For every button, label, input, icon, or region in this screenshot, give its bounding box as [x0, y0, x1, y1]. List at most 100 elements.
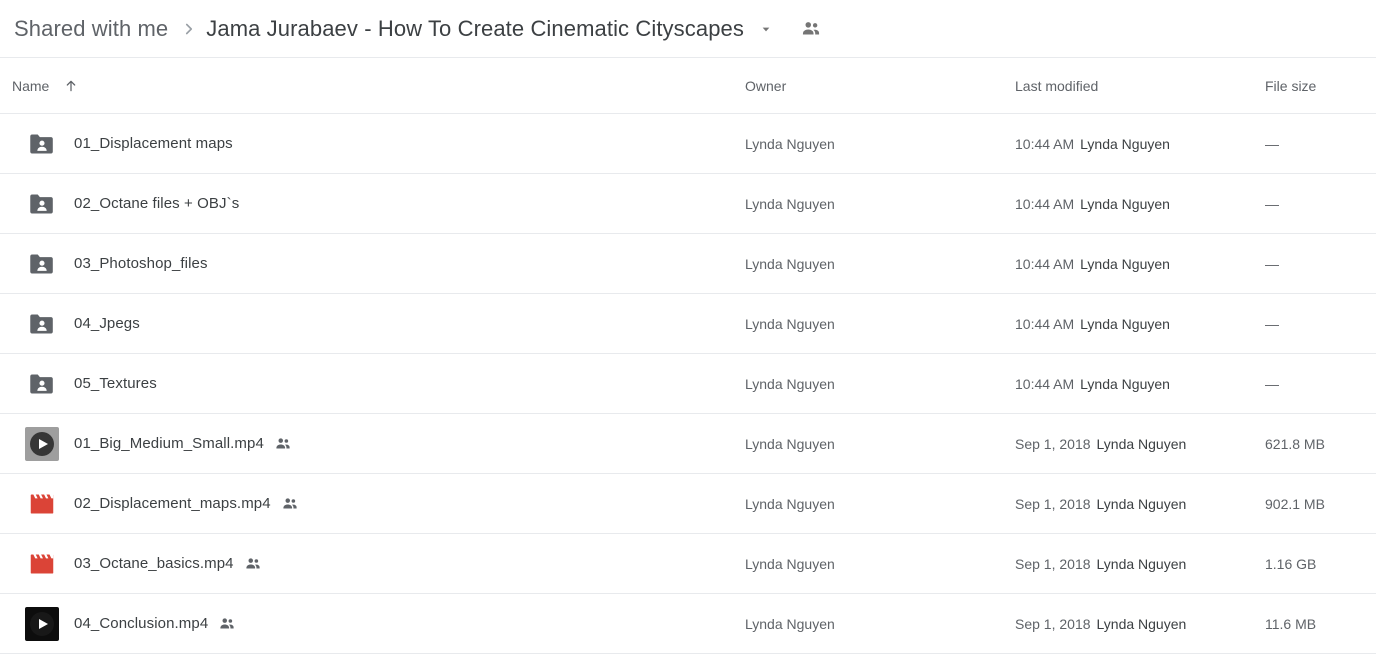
- modified-by: Lynda Nguyen: [1096, 435, 1187, 452]
- video-thumbnail-play-icon: [24, 426, 60, 462]
- play-button-circle: [30, 611, 54, 636]
- file-size-cell: —: [1265, 315, 1279, 332]
- table-row[interactable]: 02_Displacement_maps.mp4 Lynda Nguyen Sep …: [0, 474, 1376, 534]
- modified-time: 10:44 AM: [1015, 255, 1075, 272]
- last-modified-cell: Sep 1, 2018 Lynda Nguyen: [1015, 436, 1186, 452]
- chevron-down-icon[interactable]: [758, 21, 774, 37]
- shared-folder-icon: [24, 246, 60, 282]
- modified-time: Sep 1, 2018: [1015, 495, 1091, 512]
- last-modified-cell: 10:44 AM Lynda Nguyen: [1015, 376, 1170, 392]
- file-name-label: 02_Octane files + OBJ`s: [74, 195, 240, 212]
- owner-cell: Lynda Nguyen: [745, 615, 835, 632]
- column-header-file-size[interactable]: File size: [1265, 78, 1316, 94]
- table-row[interactable]: 03_Octane_basics.mp4 Lynda Nguyen Sep 1, 2…: [0, 534, 1376, 594]
- file-size-cell: 621.8 MB: [1265, 435, 1325, 452]
- last-modified-cell: 10:44 AM Lynda Nguyen: [1015, 316, 1170, 332]
- file-name-label: 04_Conclusion.mp4: [74, 615, 209, 632]
- column-header-owner[interactable]: Owner: [745, 78, 786, 94]
- arrow-up-icon[interactable]: [63, 78, 79, 94]
- column-header-name-label: Name: [12, 77, 50, 94]
- column-header-last-modified[interactable]: Last modified: [1015, 78, 1098, 94]
- shared-folder-icon-glyph: [30, 314, 53, 333]
- shared-folder-icon: [24, 306, 60, 342]
- file-name-cell[interactable]: 05_Textures: [74, 375, 157, 392]
- last-modified-cell: Sep 1, 2018 Lynda Nguyen: [1015, 616, 1186, 632]
- video-clapperboard-icon: [24, 486, 60, 522]
- modified-time: 10:44 AM: [1015, 135, 1075, 152]
- file-name-cell[interactable]: 03_Octane_basics.mp4: [74, 555, 262, 573]
- table-row[interactable]: 03_Photoshop_files Lynda Nguyen 10:44 AM Ly…: [0, 234, 1376, 294]
- file-name-cell[interactable]: 01_Displacement maps: [74, 135, 233, 152]
- modified-time: 10:44 AM: [1015, 195, 1075, 212]
- video-clapperboard-icon-glyph: [30, 554, 54, 573]
- people-shared-icon[interactable]: [800, 18, 822, 40]
- file-name-cell[interactable]: 02_Octane files + OBJ`s: [74, 195, 239, 212]
- owner-cell: Lynda Nguyen: [745, 375, 835, 392]
- file-size-cell: 11.6 MB: [1265, 615, 1317, 632]
- file-size-cell: —: [1265, 135, 1279, 152]
- video-thumbnail-play-icon: [24, 606, 60, 642]
- last-modified-cell: 10:44 AM Lynda Nguyen: [1015, 136, 1170, 152]
- owner-cell: Lynda Nguyen: [745, 255, 835, 272]
- last-modified-cell: 10:44 AM Lynda Nguyen: [1015, 196, 1170, 212]
- play-triangle: [39, 618, 48, 629]
- shared-people-icon: [244, 555, 262, 573]
- table-row[interactable]: 05_Textures Lynda Nguyen 10:44 AM Lynda Ngu…: [0, 354, 1376, 414]
- table-row[interactable]: 01_Displacement maps Lynda Nguyen 10:44 AM…: [0, 114, 1376, 174]
- modified-by: Lynda Nguyen: [1080, 315, 1170, 332]
- play-button-circle: [30, 431, 54, 456]
- file-size-cell: 1.16 GB: [1265, 555, 1317, 572]
- shared-folder-icon-glyph: [30, 134, 53, 153]
- file-name-label: 01_Big_Medium_Small.mp4: [74, 435, 264, 452]
- table-row[interactable]: 01_Big_Medium_Small.mp4 Lynda Nguyen Sep 1…: [0, 414, 1376, 474]
- modified-time: Sep 1, 2018: [1015, 615, 1091, 632]
- video-clapperboard-icon: [24, 546, 60, 582]
- file-size-cell: —: [1265, 195, 1279, 212]
- video-thumbnail-icon-glyph: [25, 426, 59, 461]
- file-name-cell[interactable]: 02_Displacement_maps.mp4: [74, 495, 299, 513]
- shared-folder-icon-glyph: [30, 254, 53, 273]
- file-name-label: 01_Displacement maps: [74, 135, 233, 152]
- modified-by: Lynda Nguyen: [1080, 375, 1170, 392]
- file-name-cell[interactable]: 01_Big_Medium_Small.mp4: [74, 435, 292, 453]
- chevron-right-icon: [180, 20, 198, 38]
- modified-time: Sep 1, 2018: [1015, 435, 1091, 452]
- file-name-cell[interactable]: 03_Photoshop_files: [74, 255, 208, 272]
- modified-by: Lynda Nguyen: [1080, 195, 1170, 212]
- modified-by: Lynda Nguyen: [1080, 255, 1170, 272]
- file-name-label: 03_Octane_basics.mp4: [74, 555, 234, 572]
- shared-folder-icon: [24, 186, 60, 222]
- table-row[interactable]: 04_Jpegs Lynda Nguyen 10:44 AM Lynda Nguyen…: [0, 294, 1376, 354]
- file-size-cell: 902.1 MB: [1265, 495, 1325, 512]
- file-size-cell: —: [1265, 255, 1279, 272]
- file-name-label: 04_Jpegs: [74, 315, 140, 332]
- column-header-name[interactable]: Name: [12, 78, 79, 94]
- video-thumbnail-icon-glyph: [25, 606, 59, 641]
- shared-people-icon: [281, 495, 299, 513]
- shared-folder-icon-glyph: [30, 374, 53, 393]
- file-name-label: 02_Displacement_maps.mp4: [74, 495, 271, 512]
- modified-time: 10:44 AM: [1015, 375, 1075, 392]
- file-name-label: 05_Textures: [74, 375, 157, 392]
- owner-cell: Lynda Nguyen: [745, 555, 835, 572]
- breadcrumb-current-folder[interactable]: Jama Jurabaev - How To Create Cinematic …: [206, 16, 744, 42]
- play-triangle: [39, 438, 48, 449]
- table-row[interactable]: 04_Conclusion.mp4 Lynda Nguyen Sep 1, 2018…: [0, 594, 1376, 654]
- owner-cell: Lynda Nguyen: [745, 315, 835, 332]
- table-row[interactable]: 02_Octane files + OBJ`s Lynda Nguyen 10:44…: [0, 174, 1376, 234]
- modified-by: Lynda Nguyen: [1096, 495, 1187, 512]
- file-list: 01_Displacement maps Lynda Nguyen 10:44 AM…: [0, 114, 1376, 654]
- file-name-cell[interactable]: 04_Jpegs: [74, 315, 140, 332]
- owner-cell: Lynda Nguyen: [745, 495, 835, 512]
- breadcrumb-bar: Shared with me Jama Jurabaev - How To Cr…: [0, 0, 1376, 58]
- shared-folder-icon: [24, 126, 60, 162]
- file-name-cell[interactable]: 04_Conclusion.mp4: [74, 615, 236, 633]
- shared-people-icon: [218, 615, 236, 633]
- column-header-row: Name Owner Last modified File size: [0, 58, 1376, 114]
- breadcrumb-root-shared-with-me[interactable]: Shared with me: [14, 16, 168, 42]
- shared-folder-icon: [24, 366, 60, 402]
- modified-by: Lynda Nguyen: [1080, 135, 1170, 152]
- owner-cell: Lynda Nguyen: [745, 195, 835, 212]
- modified-time: 10:44 AM: [1015, 315, 1075, 332]
- owner-cell: Lynda Nguyen: [745, 135, 835, 152]
